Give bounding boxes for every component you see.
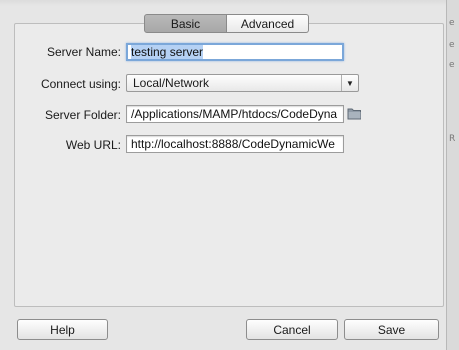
server-folder-value: /Applications/MAMP/htdocs/CodeDyna: [131, 107, 338, 121]
background-window-edge: e e e R: [446, 0, 459, 350]
connect-using-value: Local/Network: [133, 76, 210, 90]
dialog-top-edge: [0, 0, 446, 6]
background-glyph: e: [449, 18, 455, 28]
save-button[interactable]: Save: [344, 319, 439, 340]
tab-basic[interactable]: Basic: [144, 14, 227, 33]
web-url-value: http://localhost:8888/CodeDynamicWe: [131, 137, 335, 151]
server-name-value: testing server: [131, 45, 204, 59]
help-button[interactable]: Help: [17, 319, 108, 340]
folder-icon[interactable]: [347, 107, 362, 120]
tab-advanced[interactable]: Advanced: [227, 14, 309, 33]
server-folder-label: Server Folder:: [44, 108, 121, 122]
web-url-input[interactable]: http://localhost:8888/CodeDynamicWe: [126, 135, 344, 153]
web-url-label: Web URL:: [65, 138, 121, 152]
background-glyph: e: [449, 60, 455, 70]
server-name-input[interactable]: testing server: [126, 43, 344, 61]
server-folder-input[interactable]: /Applications/MAMP/htdocs/CodeDyna: [126, 105, 344, 123]
background-glyph: R: [449, 134, 456, 144]
tab-content-panel: [14, 23, 444, 307]
cancel-button[interactable]: Cancel: [246, 319, 338, 340]
tab-bar: Basic Advanced: [144, 14, 309, 33]
connect-using-label: Connect using:: [40, 77, 121, 91]
background-glyph: e: [449, 40, 455, 50]
connect-using-select[interactable]: Local/Network ▼: [126, 74, 359, 92]
chevron-down-icon: ▼: [341, 75, 358, 91]
server-name-label: Server Name:: [46, 45, 121, 59]
